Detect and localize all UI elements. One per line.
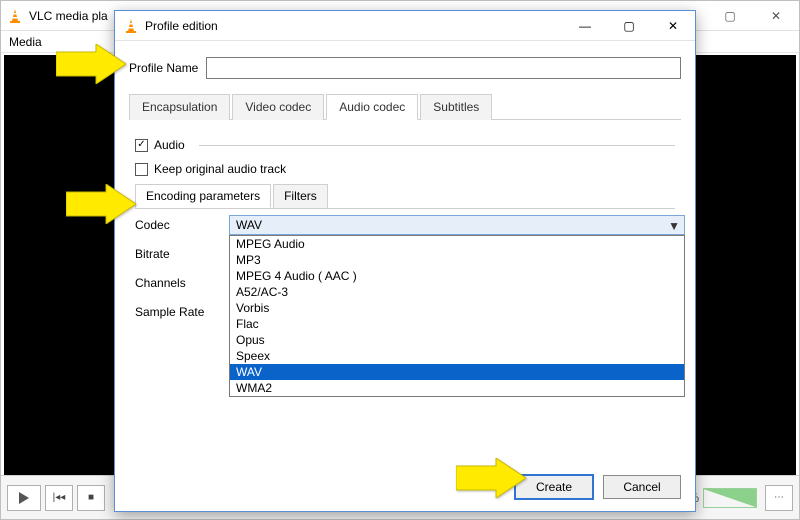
keep-original-label: Keep original audio track	[154, 162, 286, 176]
codec-option[interactable]: Opus	[230, 332, 684, 348]
main-window-title: VLC media pla	[29, 9, 108, 23]
cancel-button[interactable]: Cancel	[603, 475, 681, 499]
codec-option[interactable]: MP3	[230, 252, 684, 268]
tab-subtitles[interactable]: Subtitles	[420, 94, 492, 120]
profile-name-input[interactable]	[206, 57, 681, 79]
codec-option[interactable]: A52/AC-3	[230, 284, 684, 300]
samplerate-label: Sample Rate	[135, 302, 211, 319]
codec-option[interactable]: Speex	[230, 348, 684, 364]
channels-label: Channels	[135, 273, 211, 290]
codec-combobox[interactable]: WAV ▼	[229, 215, 685, 235]
subtab-encoding[interactable]: Encoding parameters	[135, 184, 271, 208]
play-button[interactable]	[7, 485, 41, 511]
audio-checkbox-label: Audio	[154, 138, 185, 152]
close-button[interactable]: ✕	[753, 1, 799, 31]
vlc-cone-icon	[123, 18, 139, 34]
codec-option[interactable]: MPEG 4 Audio ( AAC )	[230, 268, 684, 284]
profile-edition-dialog: Profile edition — ▢ ✕ Profile Name Encap…	[114, 10, 696, 512]
dialog-maximize-button[interactable]: ▢	[607, 11, 651, 41]
codec-selected-value: WAV	[236, 218, 262, 232]
dialog-title: Profile edition	[145, 19, 218, 33]
dialog-minimize-button[interactable]: —	[563, 11, 607, 41]
profile-name-label: Profile Name	[129, 61, 198, 75]
main-tabs: Encapsulation Video codec Audio codec Su…	[129, 93, 681, 120]
dialog-close-button[interactable]: ✕	[651, 11, 695, 41]
tab-audio-codec[interactable]: Audio codec	[326, 94, 418, 120]
sub-tabs: Encoding parameters Filters	[135, 184, 675, 209]
dialog-button-row: Create Cancel	[515, 475, 681, 499]
dialog-titlebar: Profile edition — ▢ ✕	[115, 11, 695, 41]
menu-item-media[interactable]: Media	[9, 35, 42, 49]
maximize-button[interactable]: ▢	[707, 1, 753, 31]
dialog-window-controls: — ▢ ✕	[563, 11, 695, 41]
audio-section: ✓ Audio Keep original audio track Encodi…	[129, 120, 681, 325]
subtab-filters[interactable]: Filters	[273, 184, 328, 208]
codec-option[interactable]: Vorbis	[230, 300, 684, 316]
create-button[interactable]: Create	[515, 475, 593, 499]
tab-encapsulation[interactable]: Encapsulation	[129, 94, 230, 120]
audio-checkbox[interactable]: ✓ Audio	[135, 138, 185, 152]
keep-original-checkbox[interactable]: Keep original audio track	[135, 162, 286, 176]
prev-button[interactable]: |◂◂	[45, 485, 73, 511]
divider	[199, 145, 675, 146]
chevron-down-icon: ▼	[668, 219, 680, 233]
stop-button[interactable]: ■	[77, 485, 105, 511]
extra-button[interactable]: ⋯	[765, 485, 793, 511]
bitrate-label: Bitrate	[135, 244, 211, 261]
codec-option[interactable]: MPEG Audio	[230, 236, 684, 252]
codec-option[interactable]: WAV	[230, 364, 684, 380]
volume-slider[interactable]	[703, 488, 757, 508]
codec-option[interactable]: WMA2	[230, 380, 684, 396]
vlc-cone-icon	[7, 8, 23, 24]
dialog-body: Profile Name Encapsulation Video codec A…	[115, 41, 695, 325]
tab-video-codec[interactable]: Video codec	[232, 94, 324, 120]
codec-label: Codec	[135, 215, 211, 232]
codec-option[interactable]: Flac	[230, 316, 684, 332]
codec-dropdown[interactable]: MPEG AudioMP3MPEG 4 Audio ( AAC )A52/AC-…	[229, 235, 685, 397]
